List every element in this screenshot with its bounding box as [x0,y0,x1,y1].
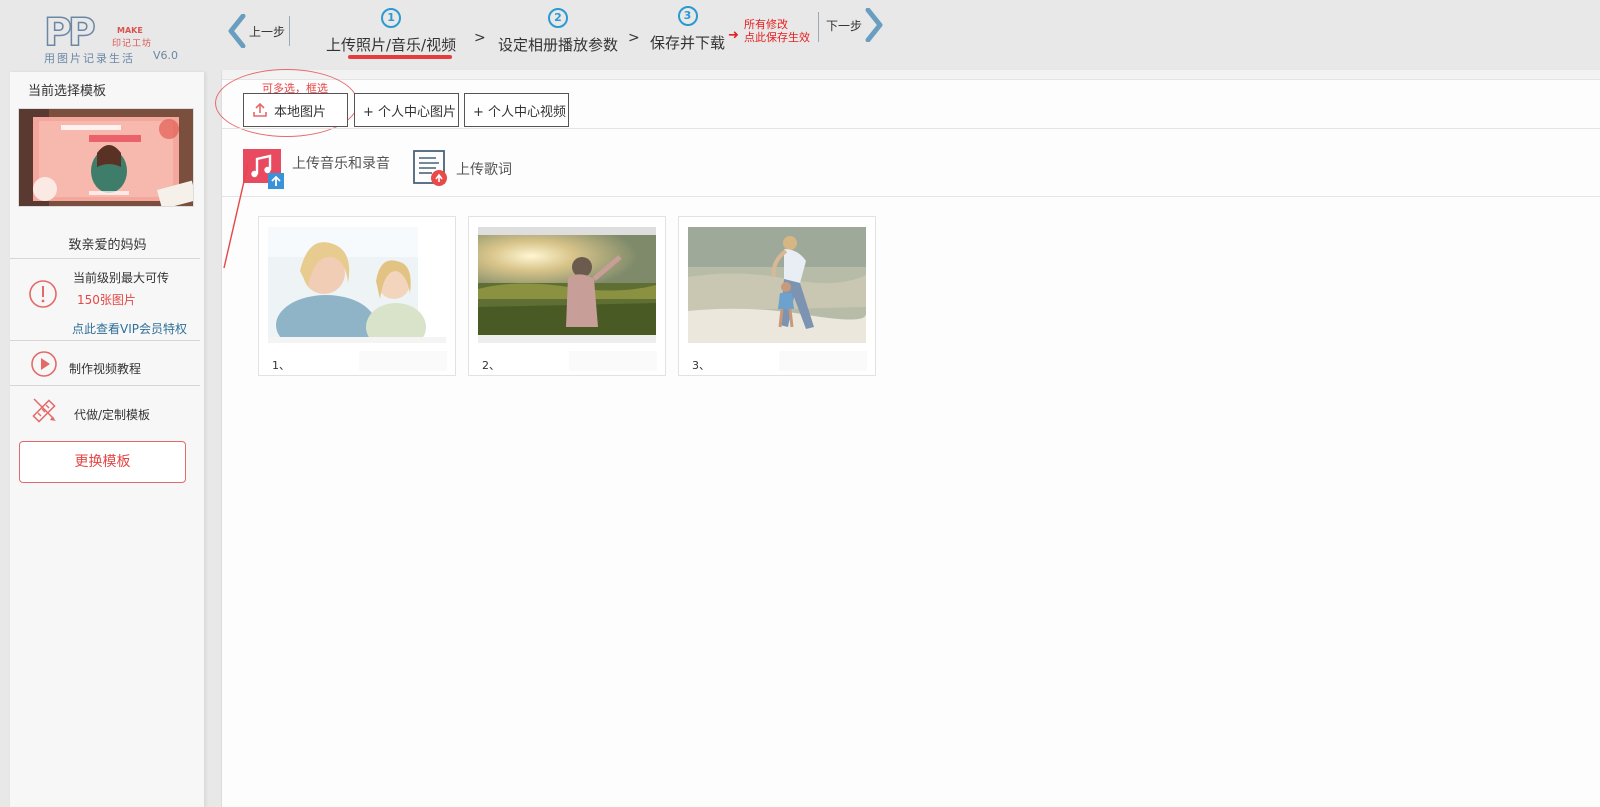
upload-local-images-button[interactable]: 本地图片 [243,93,348,127]
prev-step-label: 上一步 [249,24,286,39]
photo-caption: 2、 [482,359,500,372]
photo-card[interactable]: 2、 [468,216,666,376]
step-label: 设定相册播放参数 [498,36,619,54]
change-template-button[interactable]: 更换模板 [19,441,186,483]
app-version: V6.0 [153,49,179,62]
photo-thumbnail [688,227,866,343]
logo-pp: PP [43,10,96,54]
divider [222,128,1600,129]
chevron-right-icon [865,8,883,42]
divider [818,12,819,42]
step-number: 2 [548,8,568,28]
divider [10,258,200,259]
upload-lyrics-label: 上传歌词 [456,162,512,178]
logo-make: MAKE [117,26,143,35]
pencil-ruler-icon [32,398,56,423]
step-3[interactable]: 3 保存并下载 [650,4,725,53]
next-step-label: 下一步 [826,18,863,33]
top-bar: PP MAKE 印记工坊 用图片记录生活 V6.0 上一步 1 上传照片/音乐/… [0,0,1600,70]
logo-slogan: 用图片记录生活 [44,52,135,65]
photo-caption: 1、 [272,359,290,372]
upload-limit-value: 150张图片 [77,293,136,307]
step-number: 3 [677,6,698,26]
chevron-left-icon [228,14,246,48]
template-name: 致亲爱的妈妈 [68,238,147,253]
play-circle-icon [31,351,57,377]
main-panel: 可多选，框选 本地图片 + 个人中心图片 + 个人中心视频 上传音乐和录音 上传… [215,69,1600,807]
arrow-left-icon: ➜ [728,28,739,43]
upload-local-images-label: 本地图片 [274,104,327,120]
logo-brand: 印记工坊 [112,39,153,49]
sidebar: 当前选择模板 致亲爱的妈妈 当前级别最大可传 150张图片 点此查看VIP会员特… [10,72,205,807]
step-number: 1 [381,8,402,28]
panel-top-edge [222,70,1600,80]
caption-bar [779,351,867,371]
step-label: 保存并下载 [650,34,726,52]
lyrics-upload-icon [413,150,447,186]
tutorial-label: 制作视频教程 [69,362,142,376]
caption-bar [359,351,447,371]
save-note-line1: 所有修改 [744,18,788,31]
personal-center-images-label: + 个人中心图片 [363,104,457,120]
active-step-indicator [348,55,452,59]
photo-caption: 3、 [692,359,710,372]
vip-privileges-link[interactable]: 点此查看VIP会员特权 [72,320,187,337]
photo-thumbnail [268,227,446,343]
photo-thumbnail [478,227,656,343]
music-upload-icon [243,149,284,189]
sidebar-title: 当前选择模板 [28,84,107,99]
custom-template-label: 代做/定制模板 [74,408,151,422]
step-label: 上传照片/音乐/视频 [326,36,457,54]
save-note[interactable]: 所有修改 点此保存生效 [744,18,810,44]
upload-music-button[interactable]: 上传音乐和录音 [242,148,390,190]
step-2[interactable]: 2 设定相册播放参数 [498,6,618,55]
divider [10,385,200,386]
divider [289,16,290,46]
next-step-button[interactable]: 下一步 [826,8,884,42]
caption-bar [569,351,657,371]
divider [10,340,200,341]
photo-card[interactable]: 1、 [258,216,456,376]
divider [222,196,1600,197]
step-separator: > [474,30,486,46]
personal-center-videos-button[interactable]: + 个人中心视频 [464,93,569,127]
step-separator: > [628,30,640,46]
prev-step-button[interactable]: 上一步 [227,14,285,48]
upload-icon [253,102,267,117]
upload-limit-label: 当前级别最大可传 [73,271,170,285]
app-logo: PP MAKE 印记工坊 用图片记录生活 V6.0 [40,10,190,65]
personal-center-images-button[interactable]: + 个人中心图片 [354,93,459,127]
step-1[interactable]: 1 上传照片/音乐/视频 [326,6,456,55]
photo-card[interactable]: 3、 [678,216,876,376]
personal-center-videos-label: + 个人中心视频 [473,104,567,120]
upload-music-label: 上传音乐和录音 [292,156,390,172]
template-thumbnail[interactable] [18,108,194,207]
save-note-line2: 点此保存生效 [744,31,810,44]
upload-lyrics-button[interactable]: 上传歌词 [412,148,512,190]
alert-circle-icon [29,280,57,308]
